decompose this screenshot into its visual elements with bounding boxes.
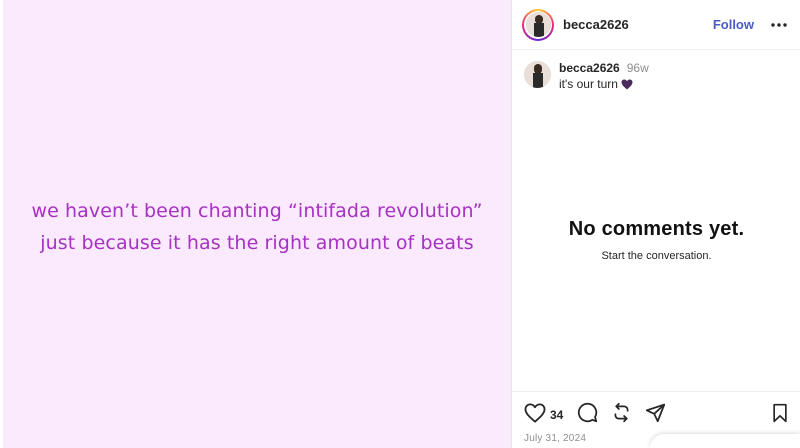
bookmark-icon bbox=[771, 403, 789, 428]
post-media[interactable]: we haven’t been chanting “intifada revol… bbox=[0, 0, 511, 448]
heart-icon bbox=[524, 402, 546, 428]
save-button[interactable] bbox=[771, 403, 789, 428]
avatar bbox=[525, 12, 551, 37]
repost-icon bbox=[611, 402, 632, 428]
caption-text-row: it's our turn bbox=[559, 77, 649, 91]
story-ring-avatar[interactable] bbox=[522, 8, 554, 41]
like-button[interactable]: 34 bbox=[524, 402, 563, 428]
post-text: we haven’t been chanting “intifada revol… bbox=[31, 195, 482, 259]
share-icon bbox=[645, 402, 666, 428]
repost-button[interactable] bbox=[611, 402, 632, 428]
caption-text: it's our turn bbox=[559, 77, 618, 91]
post-side-panel: becca2626 Follow becca2626 96w it's our … bbox=[511, 0, 800, 448]
messages-drawer-edge[interactable] bbox=[650, 434, 800, 448]
follow-button[interactable]: Follow bbox=[713, 17, 754, 32]
caption-timestamp[interactable]: 96w bbox=[627, 61, 649, 75]
more-options-icon[interactable] bbox=[770, 16, 788, 34]
post-text-line-1: we haven’t been chanting “intifada revol… bbox=[31, 200, 483, 222]
purple-heart-icon bbox=[621, 79, 633, 90]
comment-button[interactable] bbox=[577, 402, 598, 428]
post-text-line-2: just because it has the right amount of … bbox=[40, 232, 474, 254]
like-count[interactable]: 34 bbox=[550, 408, 563, 422]
comment-icon bbox=[577, 402, 598, 428]
post-viewer: we haven’t been chanting “intifada revol… bbox=[0, 0, 800, 448]
share-button[interactable] bbox=[645, 402, 666, 428]
empty-comments-title: No comments yet. bbox=[568, 218, 745, 240]
caption-avatar[interactable] bbox=[524, 61, 551, 88]
caption-username[interactable]: becca2626 bbox=[559, 61, 620, 75]
action-bar: 34 bbox=[512, 392, 800, 428]
empty-comments-subtitle: Start the conversation. bbox=[601, 250, 712, 262]
post-header: becca2626 Follow bbox=[512, 0, 800, 50]
empty-comments-state: No comments yet. Start the conversation. bbox=[512, 218, 800, 262]
header-username[interactable]: becca2626 bbox=[563, 17, 629, 32]
caption: becca2626 96w it's our turn bbox=[512, 50, 800, 91]
